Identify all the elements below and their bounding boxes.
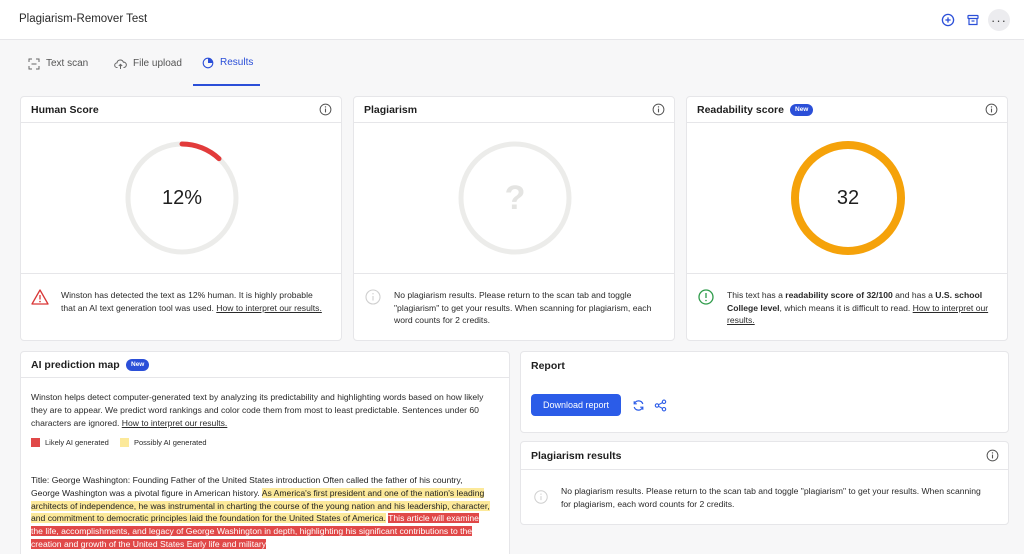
card-title: Plagiarism: [364, 104, 418, 116]
tab-file-upload[interactable]: File upload: [114, 41, 182, 86]
plagiarism-placeholder: ?: [504, 178, 526, 217]
scan-icon: [28, 58, 40, 70]
legend-possibly-ai: Possibly AI generated: [120, 438, 207, 447]
tab-label: Results: [220, 57, 254, 68]
card-header: Human Score: [21, 97, 341, 123]
legend-swatch: [120, 438, 129, 447]
tab-results[interactable]: Results: [193, 41, 260, 86]
info-icon[interactable]: [319, 103, 332, 116]
report-card: Report Download report: [520, 351, 1009, 433]
ai-map-description: Winston helps detect computer-generated …: [31, 392, 484, 428]
interpret-results-link[interactable]: How to interpret our results.: [122, 418, 228, 428]
card-title: Report: [531, 360, 565, 372]
plagiarism-message: No plagiarism results. Please return to …: [394, 290, 652, 326]
ai-map-text: Title: George Washington: Founding Fathe…: [31, 475, 490, 549]
card-header: AI prediction map New: [21, 352, 509, 378]
download-report-button[interactable]: Download report: [531, 394, 621, 416]
refresh-icon[interactable]: [632, 399, 645, 412]
info-icon[interactable]: [985, 103, 998, 116]
ai-prediction-map-card: AI prediction map New Winston helps dete…: [20, 351, 510, 554]
card-footer: This text has a readability score of 32/…: [687, 273, 1007, 341]
human-score-gauge: 12%: [123, 139, 241, 257]
card-title: Human Score: [31, 104, 99, 116]
top-bar: Plagiarism-Remover Test ···: [0, 0, 1024, 40]
plagiarism-results-message: No plagiarism results. Please return to …: [561, 486, 981, 509]
alert-circle-icon: [698, 289, 714, 305]
cloud-upload-icon: [114, 58, 127, 70]
tab-label: File upload: [133, 58, 182, 69]
info-circle-icon: [365, 289, 381, 305]
add-circle-icon[interactable]: [939, 11, 957, 29]
tab-text-scan[interactable]: Text scan: [28, 41, 88, 86]
readability-card: Readability score New 32 This text has a…: [686, 96, 1008, 341]
card-header: Plagiarism: [354, 97, 674, 123]
info-icon[interactable]: [986, 449, 999, 462]
archive-icon[interactable]: [964, 11, 982, 29]
app-title: Plagiarism-Remover Test: [19, 13, 148, 25]
readability-message: This text has a readability score of 32/…: [727, 290, 989, 326]
card-header: Readability score New: [687, 97, 1007, 123]
human-score-value: 12%: [161, 186, 203, 209]
interpret-results-link[interactable]: How to interpret our results.: [216, 303, 322, 313]
legend-likely-ai: Likely AI generated: [31, 438, 109, 447]
warning-icon: [31, 289, 49, 305]
plagiarism-gauge: ?: [456, 139, 574, 257]
human-score-card: Human Score 12% Winston has detected the…: [20, 96, 342, 341]
card-footer: Winston has detected the text as 12% hum…: [21, 273, 341, 341]
readability-gauge: 32: [789, 139, 907, 257]
plagiarism-results-card: Plagiarism results No plagiarism results…: [520, 441, 1009, 525]
share-icon[interactable]: [654, 399, 667, 412]
more-options-icon[interactable]: ···: [988, 9, 1010, 31]
legend-swatch: [31, 438, 40, 447]
info-icon[interactable]: [652, 103, 665, 116]
readability-value: 32: [836, 186, 860, 209]
card-title: AI prediction map: [31, 359, 120, 371]
plagiarism-card: Plagiarism ? No plagiarism results. Plea…: [353, 96, 675, 341]
new-badge: New: [790, 104, 814, 116]
card-header: Plagiarism results: [521, 442, 1008, 470]
info-circle-icon: [534, 490, 548, 504]
human-score-message: Winston has detected the text as 12% hum…: [61, 290, 322, 313]
new-badge: New: [126, 359, 150, 371]
card-title: Plagiarism results: [531, 450, 622, 462]
results-icon: [202, 57, 214, 69]
tab-bar: Text scan File upload Results: [0, 41, 1024, 87]
tab-label: Text scan: [46, 58, 89, 69]
card-footer: No plagiarism results. Please return to …: [354, 273, 674, 341]
card-title: Readability score: [697, 104, 784, 116]
